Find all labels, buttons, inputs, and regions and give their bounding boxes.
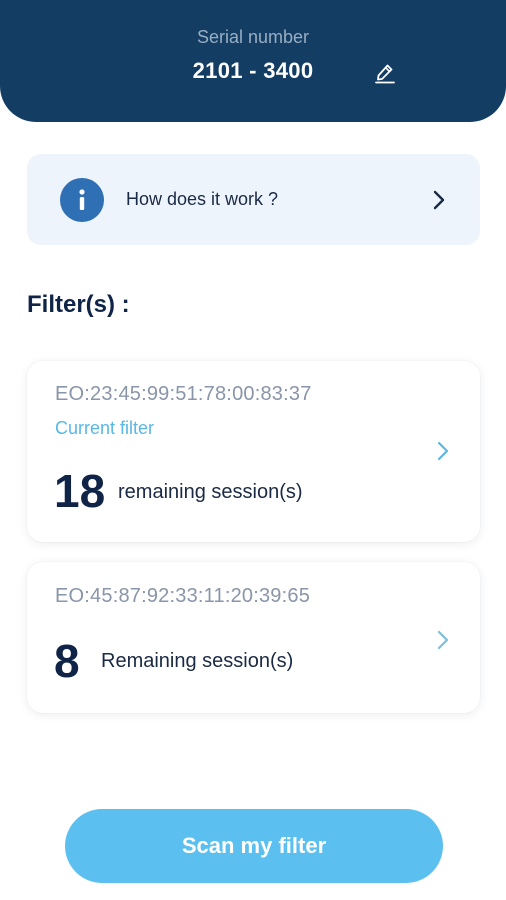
remaining-sessions-label: Remaining session(s) [101,650,294,672]
filters-section-title: Filter(s) : [27,291,130,318]
edit-serial-button[interactable] [371,59,399,87]
remaining-sessions-label: remaining session(s) [118,481,303,503]
header: Serial number 2101 - 3400 [0,0,506,122]
scan-filter-button[interactable]: Scan my filter [65,809,443,883]
filter-id: EO:23:45:99:51:78:00:83:37 [55,383,312,405]
info-icon [60,178,104,222]
chevron-right-icon [437,630,449,650]
filter-screen: Serial number 2101 - 3400 How does it wo… [0,0,506,900]
remaining-sessions-count: 8 [54,635,80,687]
how-it-works-card[interactable]: How does it work ? [27,154,480,245]
current-filter-tag: Current filter [55,418,155,438]
filter-id: EO:45:87:92:33:11:20:39:65 [55,585,311,607]
how-it-works-label: How does it work ? [126,189,279,209]
serial-number-value: 2101 - 3400 [192,58,314,83]
remaining-sessions-count: 18 [54,465,106,517]
serial-number-label: Serial number [196,27,310,47]
filter-card[interactable]: EO:45:87:92:33:11:20:39:65 8 Remaining s… [27,562,480,713]
chevron-right-icon [437,441,449,461]
pencil-icon [375,64,395,84]
chevron-right-icon [433,190,445,210]
filter-card[interactable]: EO:23:45:99:51:78:00:83:37 Current filte… [27,361,480,542]
